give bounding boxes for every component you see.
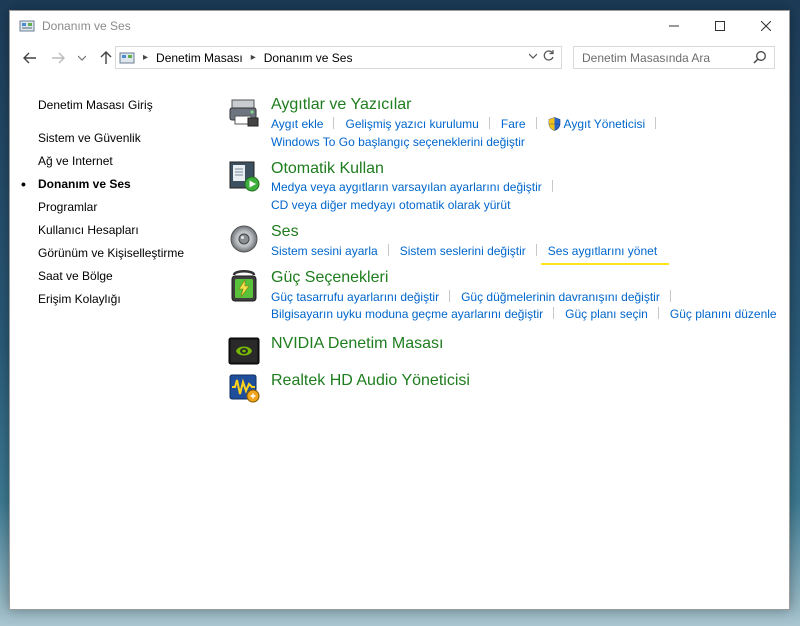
breadcrumb-hardware-sound[interactable]: Donanım ve Ses <box>264 51 353 65</box>
sidebar-item-label: Donanım ve Ses <box>38 177 131 191</box>
sidebar-item-system-security[interactable]: Sistem ve Güvenlik <box>38 127 218 150</box>
play-cd-automatically-link[interactable]: CD veya diğer medyayı otomatik olarak yü… <box>271 198 510 212</box>
choose-power-plan-link[interactable]: Güç planı seçin <box>565 307 648 321</box>
category-links: Aygıt ekle Gelişmiş yazıcı kurulumu Fare A… <box>271 117 667 134</box>
link-separator <box>535 244 537 256</box>
power-buttons-behavior-link[interactable]: Güç düğmelerinin davranışını değiştir <box>461 290 660 304</box>
maximize-button[interactable] <box>697 11 743 41</box>
category-links: Güç tasarrufu ayarlarını değiştir Güç düğ… <box>271 290 682 304</box>
category-links: Sistem sesini ayarla Sistem seslerini değ… <box>271 244 657 258</box>
edit-power-plan-link[interactable]: Güç planını düzenle <box>670 307 777 321</box>
forward-arrow-icon[interactable] <box>46 46 70 70</box>
control-panel-window: Donanım ve Ses ▸ Denetim Masası ▸ Donanı… <box>9 10 790 610</box>
uac-shield-icon <box>548 117 561 134</box>
autoplay-icon[interactable] <box>228 160 260 192</box>
link-separator <box>657 307 659 319</box>
devices-printers-icon[interactable] <box>228 96 260 128</box>
window-controls <box>651 11 789 41</box>
change-default-media-link[interactable]: Medya veya aygıtların varsayılan ayarlar… <box>271 180 542 194</box>
link-separator <box>669 290 671 302</box>
nvidia-icon[interactable] <box>228 335 260 367</box>
link-separator <box>655 117 657 129</box>
search-input[interactable]: Denetim Masasında Ara <box>573 46 775 69</box>
refresh-icon[interactable] <box>542 49 555 65</box>
link-separator <box>535 117 537 129</box>
link-separator <box>551 180 553 192</box>
control-panel-small-icon <box>119 51 135 65</box>
sidebar: Denetim Masası Giriş Sistem ve Güvenlik … <box>21 94 218 311</box>
category-title[interactable]: Ses <box>271 223 299 241</box>
windows-to-go-link[interactable]: Windows To Go başlangıç seçeneklerini de… <box>271 135 525 149</box>
change-power-saving-link[interactable]: Güç tasarrufu ayarlarını değiştir <box>271 290 439 304</box>
search-placeholder: Denetim Masasında Ara <box>582 50 711 65</box>
change-system-sounds-link[interactable]: Sistem seslerini değiştir <box>400 244 526 258</box>
adjust-system-volume-link[interactable]: Sistem sesini ayarla <box>271 244 378 258</box>
title-bar: Donanım ve Ses <box>10 11 789 41</box>
sidebar-item-appearance[interactable]: Görünüm ve Kişiselleştirme <box>38 242 218 265</box>
sidebar-item-network[interactable]: Ağ ve Internet <box>38 150 218 173</box>
minimize-button[interactable] <box>651 11 697 41</box>
category-links-row2: Windows To Go başlangıç seçeneklerini de… <box>271 135 525 149</box>
category-title[interactable]: Realtek HD Audio Yöneticisi <box>271 372 470 390</box>
address-dropdown-icon[interactable] <box>528 51 538 61</box>
sidebar-item-clock-region[interactable]: Saat ve Bölge <box>38 265 218 288</box>
sleep-settings-link[interactable]: Bilgisayarın uyku moduna geçme ayarların… <box>271 307 543 321</box>
address-bar[interactable]: ▸ Denetim Masası ▸ Donanım ve Ses <box>115 46 562 69</box>
speaker-icon[interactable] <box>228 223 260 255</box>
breadcrumb-control-panel[interactable]: Denetim Masası <box>156 51 243 65</box>
category-title[interactable]: Güç Seçenekleri <box>271 269 388 287</box>
sidebar-item-user-accounts[interactable]: Kullanıcı Hesapları <box>38 219 218 242</box>
category-links: Medya veya aygıtların varsayılan ayarlar… <box>271 180 564 194</box>
link-separator <box>387 244 389 256</box>
sidebar-item-programs[interactable]: Programlar <box>38 196 218 219</box>
battery-icon[interactable] <box>228 269 260 302</box>
link-separator <box>449 290 451 302</box>
window-title: Donanım ve Ses <box>42 19 131 33</box>
mouse-link[interactable]: Fare <box>501 117 526 131</box>
sidebar-item-ease-of-access[interactable]: Erişim Kolaylığı <box>38 288 218 311</box>
control-panel-icon <box>19 18 35 34</box>
category-title[interactable]: Aygıtlar ve Yazıcılar <box>271 96 412 114</box>
link-separator <box>553 307 555 319</box>
navigation-bar: ▸ Denetim Masası ▸ Donanım ve Ses Deneti… <box>10 41 789 75</box>
category-links-row2: Bilgisayarın uyku moduna geçme ayarların… <box>271 307 777 321</box>
link-separator <box>333 117 335 129</box>
breadcrumb-separator-icon[interactable]: ▸ <box>143 52 148 63</box>
device-manager-link[interactable]: Aygıt Yöneticisi <box>564 117 646 131</box>
category-title[interactable]: NVIDIA Denetim Masası <box>271 335 444 353</box>
manage-audio-devices-link[interactable]: Ses aygıtlarını yönet <box>548 244 657 258</box>
advanced-printer-setup-link[interactable]: Gelişmiş yazıcı kurulumu <box>345 117 478 131</box>
current-bullet-icon: • <box>21 176 26 192</box>
breadcrumb-separator-icon[interactable]: ▸ <box>251 52 256 63</box>
recent-locations-icon[interactable] <box>70 46 94 70</box>
link-separator <box>488 117 490 129</box>
back-arrow-icon[interactable] <box>18 46 42 70</box>
category-title[interactable]: Otomatik Kullan <box>271 160 384 178</box>
highlight-underline <box>541 263 669 265</box>
category-links-row2: CD veya diğer medyayı otomatik olarak yü… <box>271 198 510 212</box>
search-icon[interactable] <box>753 50 767 67</box>
sidebar-item-hardware-sound[interactable]: • Donanım ve Ses <box>21 173 218 196</box>
realtek-audio-icon[interactable] <box>228 372 260 404</box>
close-button[interactable] <box>743 11 789 41</box>
add-device-link[interactable]: Aygıt ekle <box>271 117 323 131</box>
sidebar-item-home[interactable]: Denetim Masası Giriş <box>38 94 218 117</box>
